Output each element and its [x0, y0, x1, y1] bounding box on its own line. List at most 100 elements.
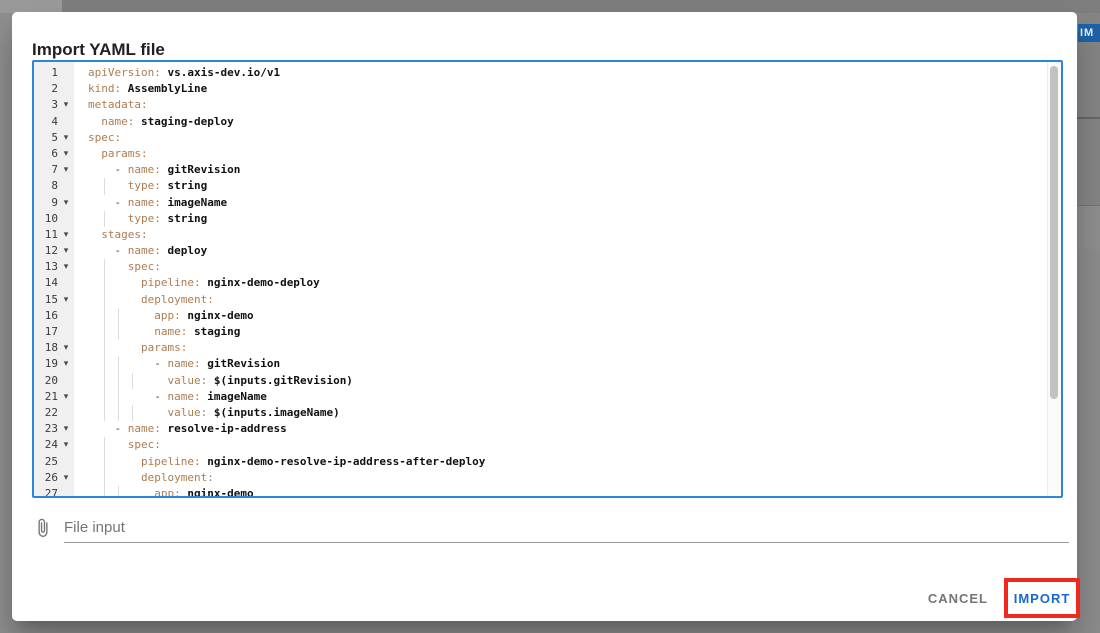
code-text: - name: gitRevision — [74, 162, 1047, 178]
code-line: 2kind: AssemblyLine — [34, 81, 1047, 97]
line-number: 25 — [34, 454, 58, 470]
fold-arrow-icon[interactable]: ▾ — [58, 437, 74, 453]
line-number: 24 — [34, 437, 58, 453]
indent-guide — [104, 470, 105, 486]
background-page-fragment — [1077, 249, 1100, 633]
yaml-code-editor[interactable]: 1 apiVersion: vs.axis-dev.io/v12kind: Ass… — [32, 60, 1063, 498]
code-line: 22 value: $(inputs.imageName) — [34, 405, 1047, 421]
line-number: 4 — [34, 114, 58, 130]
fold-arrow-icon[interactable]: ▾ — [58, 130, 74, 146]
background-divider — [1077, 117, 1100, 119]
fold-arrow-icon[interactable]: ▾ — [58, 97, 74, 113]
fold-arrow-icon[interactable]: ▾ — [58, 195, 74, 211]
code-line: 1 apiVersion: vs.axis-dev.io/v1 — [34, 65, 1047, 81]
code-text: name: staging — [74, 324, 1047, 340]
indent-guide — [104, 389, 105, 405]
code-line: 5▾spec: — [34, 130, 1047, 146]
fold-arrow-icon[interactable]: ▾ — [58, 227, 74, 243]
code-line: 25 pipeline: nginx-demo-resolve-ip-addre… — [34, 454, 1047, 470]
line-number: 23 — [34, 421, 58, 437]
code-line: 17 name: staging — [34, 324, 1047, 340]
background-import-button-fragment: IM — [1078, 24, 1100, 42]
fold-arrow-icon[interactable]: ▾ — [58, 470, 74, 486]
annotation-highlight-box: IMPORT — [1004, 578, 1080, 618]
fold-gutter — [58, 486, 74, 498]
line-number: 10 — [34, 211, 58, 227]
fold-arrow-icon[interactable]: ▾ — [58, 340, 74, 356]
import-yaml-dialog: Import YAML file 1apiVersion: vs.axis-de… — [12, 12, 1077, 621]
code-text: app: nginx-demo — [74, 486, 1047, 498]
code-line: 7▾ - name: gitRevision — [34, 162, 1047, 178]
code-text: type: string — [74, 211, 1047, 227]
indent-guide — [104, 454, 105, 470]
indent-guide — [118, 373, 119, 389]
import-button[interactable]: IMPORT — [1014, 591, 1071, 606]
code-text: value: $(inputs.gitRevision) — [74, 373, 1047, 389]
indent-guide — [104, 292, 105, 308]
fold-gutter — [58, 178, 74, 194]
code-line: 3▾metadata: — [34, 97, 1047, 113]
code-text: deployment: — [74, 470, 1047, 486]
fold-arrow-icon[interactable]: ▾ — [58, 259, 74, 275]
code-text: pipeline: nginx-demo-resolve-ip-address-… — [74, 454, 1047, 470]
indent-guide — [132, 373, 133, 389]
indent-guide — [118, 356, 119, 372]
code-line: 6▾ params: — [34, 146, 1047, 162]
fold-arrow-icon[interactable]: ▾ — [58, 356, 74, 372]
fold-arrow-icon[interactable]: ▾ — [58, 162, 74, 178]
cancel-button[interactable]: CANCEL — [920, 582, 996, 615]
fold-gutter — [58, 81, 74, 97]
code-line: 26▾ deployment: — [34, 470, 1047, 486]
line-number: 27 — [34, 486, 58, 498]
indent-guide — [104, 373, 105, 389]
dialog-actions: CANCEL IMPORT — [920, 578, 1080, 618]
code-line: 9▾ - name: imageName — [34, 195, 1047, 211]
code-text: - name: imageName — [74, 389, 1047, 405]
editor-scrollbar-thumb[interactable] — [1050, 66, 1058, 399]
line-number: 19 — [34, 356, 58, 372]
code-text: type: string — [74, 178, 1047, 194]
fold-gutter — [58, 324, 74, 340]
indent-guide — [118, 389, 119, 405]
fold-arrow-icon[interactable]: ▾ — [58, 389, 74, 405]
fold-gutter — [58, 373, 74, 389]
code-text: params: — [74, 340, 1047, 356]
fold-gutter — [58, 65, 74, 81]
line-number: 1 — [34, 65, 58, 81]
line-number: 16 — [34, 308, 58, 324]
fold-arrow-icon[interactable]: ▾ — [58, 146, 74, 162]
code-text: deployment: — [74, 292, 1047, 308]
code-line: 27 app: nginx-demo — [34, 486, 1047, 498]
file-input[interactable]: File input — [32, 512, 1069, 543]
code-line: 10 type: string — [34, 211, 1047, 227]
line-number: 13 — [34, 259, 58, 275]
paperclip-icon — [32, 516, 54, 540]
line-number: 12 — [34, 243, 58, 259]
code-text: apiVersion: vs.axis-dev.io/v1 — [74, 65, 1047, 81]
code-line: 21▾ - name: imageName — [34, 389, 1047, 405]
indent-guide — [104, 259, 105, 275]
indent-guide — [104, 275, 105, 291]
code-text: - name: imageName — [74, 195, 1047, 211]
indent-guide — [118, 405, 119, 421]
code-line: 11▾ stages: — [34, 227, 1047, 243]
indent-guide — [104, 340, 105, 356]
code-text: pipeline: nginx-demo-deploy — [74, 275, 1047, 291]
file-input-placeholder: File input — [64, 519, 125, 536]
line-number: 14 — [34, 275, 58, 291]
fold-gutter — [58, 114, 74, 130]
fold-arrow-icon[interactable]: ▾ — [58, 421, 74, 437]
fold-gutter — [58, 211, 74, 227]
fold-arrow-icon[interactable]: ▾ — [58, 292, 74, 308]
indent-guide — [104, 486, 105, 498]
file-input-field[interactable]: File input — [64, 512, 1069, 543]
line-number: 8 — [34, 178, 58, 194]
code-line: 16 app: nginx-demo — [34, 308, 1047, 324]
code-text: spec: — [74, 130, 1047, 146]
editor-scrollbar[interactable] — [1047, 62, 1061, 496]
code-text: - name: deploy — [74, 243, 1047, 259]
code-text: metadata: — [74, 97, 1047, 113]
fold-arrow-icon[interactable]: ▾ — [58, 243, 74, 259]
line-number: 7 — [34, 162, 58, 178]
code-line: 19▾ - name: gitRevision — [34, 356, 1047, 372]
